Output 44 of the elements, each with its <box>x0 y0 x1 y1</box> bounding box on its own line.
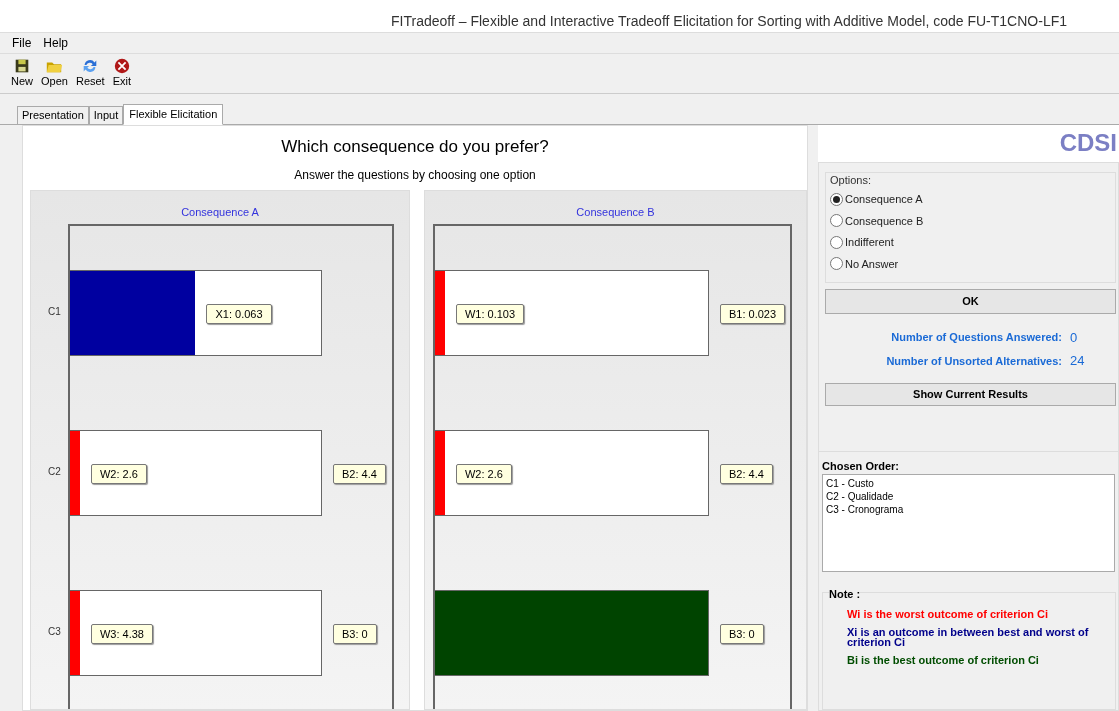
exit-icon <box>112 57 131 75</box>
radio-option[interactable]: No Answer <box>830 253 1115 275</box>
chart-title: Consequence B <box>575 204 656 220</box>
menu-item[interactable]: File <box>12 34 32 52</box>
logo: CDSI <box>1059 128 1117 159</box>
stat-value: 24 <box>1070 352 1086 370</box>
question-subtitle: Answer the questions by choosing one option <box>293 166 537 184</box>
value-label: B3: 0 <box>719 623 764 644</box>
ok-button[interactable]: OK <box>825 288 1116 314</box>
radio-option[interactable]: Consequence B <box>830 210 1115 232</box>
toolbar-button[interactable]: Open <box>40 57 69 88</box>
tab[interactable]: Presentation <box>17 106 89 124</box>
criterion-label: C1 <box>47 304 61 319</box>
stat-value: 0 <box>1070 328 1079 347</box>
criterion-label: C2 <box>47 464 61 479</box>
question-title: Which consequence do you prefer? <box>280 136 550 158</box>
tab[interactable]: Input <box>88 106 124 124</box>
value-label: B2: 4.4 <box>719 463 773 484</box>
menu-item[interactable]: Help <box>43 34 69 52</box>
radio-option[interactable]: Indifferent <box>830 231 1115 253</box>
value-label: B3: 0 <box>332 623 377 644</box>
toolbar-button[interactable]: Exit <box>111 57 133 88</box>
note-text: Xi is an outcome in between best and worst of criterion Ci <box>847 627 1090 647</box>
list-item[interactable]: C1 - Custo <box>826 477 1111 490</box>
list-item[interactable]: C3 - Cronograma <box>826 503 1111 516</box>
chart-title: Consequence A <box>180 204 260 220</box>
value-label: B1: 0.023 <box>719 303 786 324</box>
value-label: B2: 4.4 <box>332 463 386 484</box>
value-label: X1: 0.063 <box>206 303 272 324</box>
toolbar-button[interactable]: New <box>10 57 34 88</box>
show-results-button[interactable]: Show Current Results <box>825 382 1116 406</box>
radio-option[interactable]: Consequence A <box>830 188 1115 210</box>
toolbar-button[interactable]: Reset <box>74 57 106 88</box>
tab[interactable]: Flexible Elicitation <box>123 104 224 125</box>
note-text: Bi is the best outcome of criterion Ci <box>847 655 1040 665</box>
options-label: Options: <box>830 172 871 188</box>
window-title: FITradeoff – Flexible and Interactive Tradeoff Elicitation for Sorting with Additive Model, code FU-T1CNO-LF1 <box>391 11 1067 31</box>
stat-label: Number of Unsorted Alternatives: <box>886 353 1062 369</box>
stat-label: Number of Questions Answered: <box>891 330 1062 345</box>
chosen-order-list[interactable]: C1 - Custo C2 - Qualidade C3 - Cronograma <box>822 474 1115 572</box>
chosen-order-label: Chosen Order: <box>822 458 900 474</box>
note-text: Wi is the worst outcome of criterion Ci <box>847 609 1049 619</box>
criterion-label: C3 <box>47 624 61 639</box>
list-item[interactable]: C2 - Qualidade <box>826 490 1111 503</box>
